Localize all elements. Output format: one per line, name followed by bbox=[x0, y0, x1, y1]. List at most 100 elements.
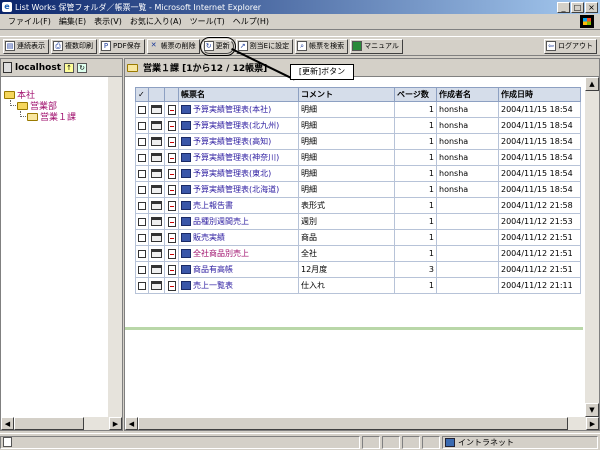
logout-button[interactable]: ⇦ ログアウト bbox=[544, 38, 597, 54]
row-checkbox[interactable] bbox=[138, 137, 146, 146]
tree-item-eigyo1ka[interactable]: 営業１課 bbox=[4, 111, 122, 123]
close-button[interactable]: × bbox=[585, 1, 598, 13]
created-date-header[interactable]: 作成日時 bbox=[498, 87, 581, 102]
scroll-thumb[interactable] bbox=[138, 417, 568, 430]
assign-label: 割当Eに設定 bbox=[249, 42, 290, 50]
menu-tools[interactable]: ツール(T) bbox=[186, 16, 229, 27]
multi-print-button[interactable]: ⎙ 複数印刷 bbox=[51, 38, 97, 54]
delete-report-button[interactable]: ✕ 帳票の削除 bbox=[146, 38, 200, 54]
manual-button[interactable]: マニュアル bbox=[350, 38, 403, 54]
maximize-button[interactable]: □ bbox=[571, 1, 584, 13]
document-icon[interactable] bbox=[167, 216, 176, 227]
printer-icon[interactable] bbox=[151, 217, 162, 226]
minimize-button[interactable]: _ bbox=[557, 1, 570, 13]
printer-icon[interactable] bbox=[151, 265, 162, 274]
row-checkbox[interactable] bbox=[138, 201, 146, 210]
report-name-link[interactable]: 売上一覧表 bbox=[193, 281, 233, 290]
comment-header[interactable]: コメント bbox=[298, 87, 395, 102]
scroll-right-button[interactable]: ▶ bbox=[586, 417, 599, 430]
menu-favorites[interactable]: お気に入り(A) bbox=[126, 16, 186, 27]
report-name-link[interactable]: 予算実績管理表(高知) bbox=[193, 137, 271, 146]
row-checkbox[interactable] bbox=[138, 169, 146, 178]
logout-label: ログアウト bbox=[558, 42, 593, 50]
document-icon[interactable] bbox=[167, 136, 176, 147]
row-checkbox[interactable] bbox=[138, 217, 146, 226]
printer-icon[interactable] bbox=[151, 201, 162, 210]
right-horizontal-scrollbar[interactable]: ◀ ▶ bbox=[125, 417, 599, 430]
report-name-link[interactable]: 販売実績 bbox=[193, 233, 225, 242]
pdf-save-button[interactable]: P PDF保存 bbox=[99, 38, 145, 54]
report-name-link[interactable]: 予算実績管理表(本社) bbox=[193, 105, 271, 114]
scroll-down-button[interactable]: ▼ bbox=[585, 403, 599, 417]
author-cell bbox=[436, 197, 499, 214]
printer-icon[interactable] bbox=[151, 121, 162, 130]
search-report-label: 帳票を検索 bbox=[309, 42, 345, 50]
row-checkbox[interactable] bbox=[138, 105, 146, 114]
scroll-thumb[interactable] bbox=[14, 417, 84, 430]
search-report-button[interactable]: ⌕ 帳票を検索 bbox=[295, 38, 349, 54]
scroll-left-button[interactable]: ◀ bbox=[125, 417, 138, 430]
menu-view[interactable]: 表示(V) bbox=[90, 16, 126, 27]
document-icon[interactable] bbox=[167, 248, 176, 259]
printer-icon[interactable] bbox=[151, 137, 162, 146]
printer-icon[interactable] bbox=[151, 281, 162, 290]
row-checkbox[interactable] bbox=[138, 265, 146, 274]
printer-icon[interactable] bbox=[151, 169, 162, 178]
tree-item-honsha[interactable]: 本社 bbox=[4, 89, 122, 101]
row-checkbox[interactable] bbox=[138, 281, 146, 290]
pages-header[interactable]: ページ数 bbox=[394, 87, 437, 102]
document-icon[interactable] bbox=[167, 264, 176, 275]
menu-edit[interactable]: 編集(E) bbox=[55, 16, 90, 27]
document-icon[interactable] bbox=[167, 168, 176, 179]
row-checkbox[interactable] bbox=[138, 233, 146, 242]
scroll-left-button[interactable]: ◀ bbox=[1, 417, 14, 430]
report-name-link[interactable]: 予算実績管理表(北海道) bbox=[193, 185, 279, 194]
form-icon bbox=[181, 121, 191, 130]
document-icon[interactable] bbox=[167, 200, 176, 211]
author-cell bbox=[436, 277, 499, 294]
row-checkbox[interactable] bbox=[138, 153, 146, 162]
row-checkbox[interactable] bbox=[138, 185, 146, 194]
report-name-link[interactable]: 予算実績管理表(北九州) bbox=[193, 121, 279, 130]
report-name-link[interactable]: 売上報告書 bbox=[193, 201, 233, 210]
scroll-track[interactable] bbox=[84, 417, 109, 430]
refresh-button[interactable]: ↻ 更新 bbox=[199, 36, 236, 56]
scroll-track[interactable] bbox=[568, 417, 586, 430]
scroll-up-button[interactable]: ▲ bbox=[585, 77, 599, 91]
left-vertical-scrollbar[interactable] bbox=[108, 77, 122, 417]
select-column-header[interactable]: ✓ bbox=[135, 87, 149, 102]
printer-icon[interactable] bbox=[151, 153, 162, 162]
document-icon[interactable] bbox=[167, 152, 176, 163]
document-icon[interactable] bbox=[167, 120, 176, 131]
author-header[interactable]: 作成者名 bbox=[436, 87, 499, 102]
report-table-body: 予算実績管理表(本社) 明細 1 honsha 2004/11/15 18:54 予算実… bbox=[135, 101, 581, 294]
row-checkbox[interactable] bbox=[138, 121, 146, 130]
comment-cell: 明細 bbox=[298, 101, 395, 118]
continuous-view-button[interactable]: ▤ 連続表示 bbox=[3, 38, 49, 54]
menu-help[interactable]: ヘルプ(H) bbox=[229, 16, 273, 27]
printer-icon[interactable] bbox=[151, 233, 162, 242]
tree-refresh-icon[interactable]: ↻ bbox=[77, 62, 88, 73]
report-name-link[interactable]: 予算実績管理表(東北) bbox=[193, 169, 271, 178]
report-name-link[interactable]: 商品有高帳 bbox=[193, 265, 233, 274]
printer-icon[interactable] bbox=[151, 249, 162, 258]
right-vertical-scrollbar[interactable]: ▲ ▼ bbox=[585, 77, 599, 417]
page-icon bbox=[3, 437, 12, 447]
assign-button[interactable]: ↗ 割当Eに設定 bbox=[235, 38, 294, 54]
scroll-right-button[interactable]: ▶ bbox=[109, 417, 122, 430]
report-name-link[interactable]: 予算実績管理表(神奈川) bbox=[193, 153, 279, 162]
document-icon[interactable] bbox=[167, 104, 176, 115]
report-name-link[interactable]: 品種別週間売上 bbox=[193, 217, 249, 226]
document-icon[interactable] bbox=[167, 184, 176, 195]
folder-up-icon[interactable]: ↑ bbox=[64, 62, 75, 73]
document-icon[interactable] bbox=[167, 232, 176, 243]
table-row: 売上報告書 表形式 1 2004/11/12 21:58 bbox=[135, 197, 581, 214]
report-name-link[interactable]: 全社商品別売上 bbox=[193, 249, 249, 258]
row-checkbox[interactable] bbox=[138, 249, 146, 258]
left-horizontal-scrollbar[interactable]: ◀ ▶ bbox=[1, 417, 122, 430]
printer-icon[interactable] bbox=[151, 105, 162, 114]
report-name-header[interactable]: 帳票名 bbox=[178, 87, 299, 102]
menu-file[interactable]: ファイル(F) bbox=[4, 16, 55, 27]
document-icon[interactable] bbox=[167, 280, 176, 291]
printer-icon[interactable] bbox=[151, 185, 162, 194]
